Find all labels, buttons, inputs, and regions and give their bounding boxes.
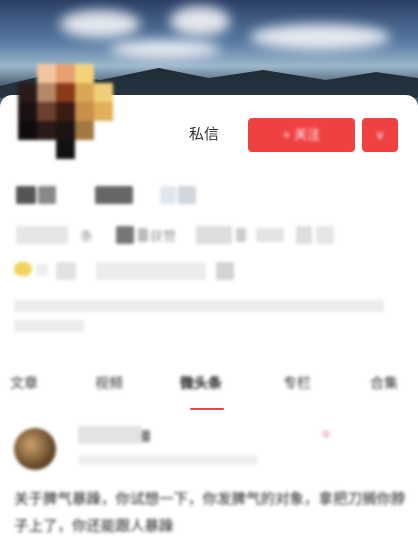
post-author-avatar[interactable] (14, 428, 56, 470)
active-tab-indicator (190, 408, 224, 410)
follow-label: + 关注 (282, 127, 321, 142)
chevron-down-icon: ∨ (375, 128, 385, 142)
expand-recommend-button[interactable]: ∨ (362, 118, 398, 152)
follow-button[interactable]: + 关注 (248, 118, 355, 152)
tab-videos[interactable]: 视频 (95, 372, 123, 394)
tab-collections[interactable]: 合集 (370, 372, 398, 394)
avatar[interactable] (18, 64, 114, 160)
tab-micro-posts[interactable]: 微头条 (180, 372, 222, 394)
stat-likes-label: 获赞 (150, 229, 177, 244)
tab-articles[interactable]: 文章 (10, 372, 38, 394)
tab-columns[interactable]: 专栏 (283, 372, 311, 394)
profile-description (14, 296, 399, 332)
stat-posts-label: 条 (80, 229, 94, 244)
direct-message-button[interactable]: 私信 (178, 120, 230, 150)
post-body[interactable]: 关于脾气暴躁，你试想一下，你发脾气的对象，拿把刀搁你脖子上了，你还能跟人暴躁 (14, 487, 409, 541)
content-tabs: 文章 视频 微头条 专栏 合集 (0, 372, 418, 402)
